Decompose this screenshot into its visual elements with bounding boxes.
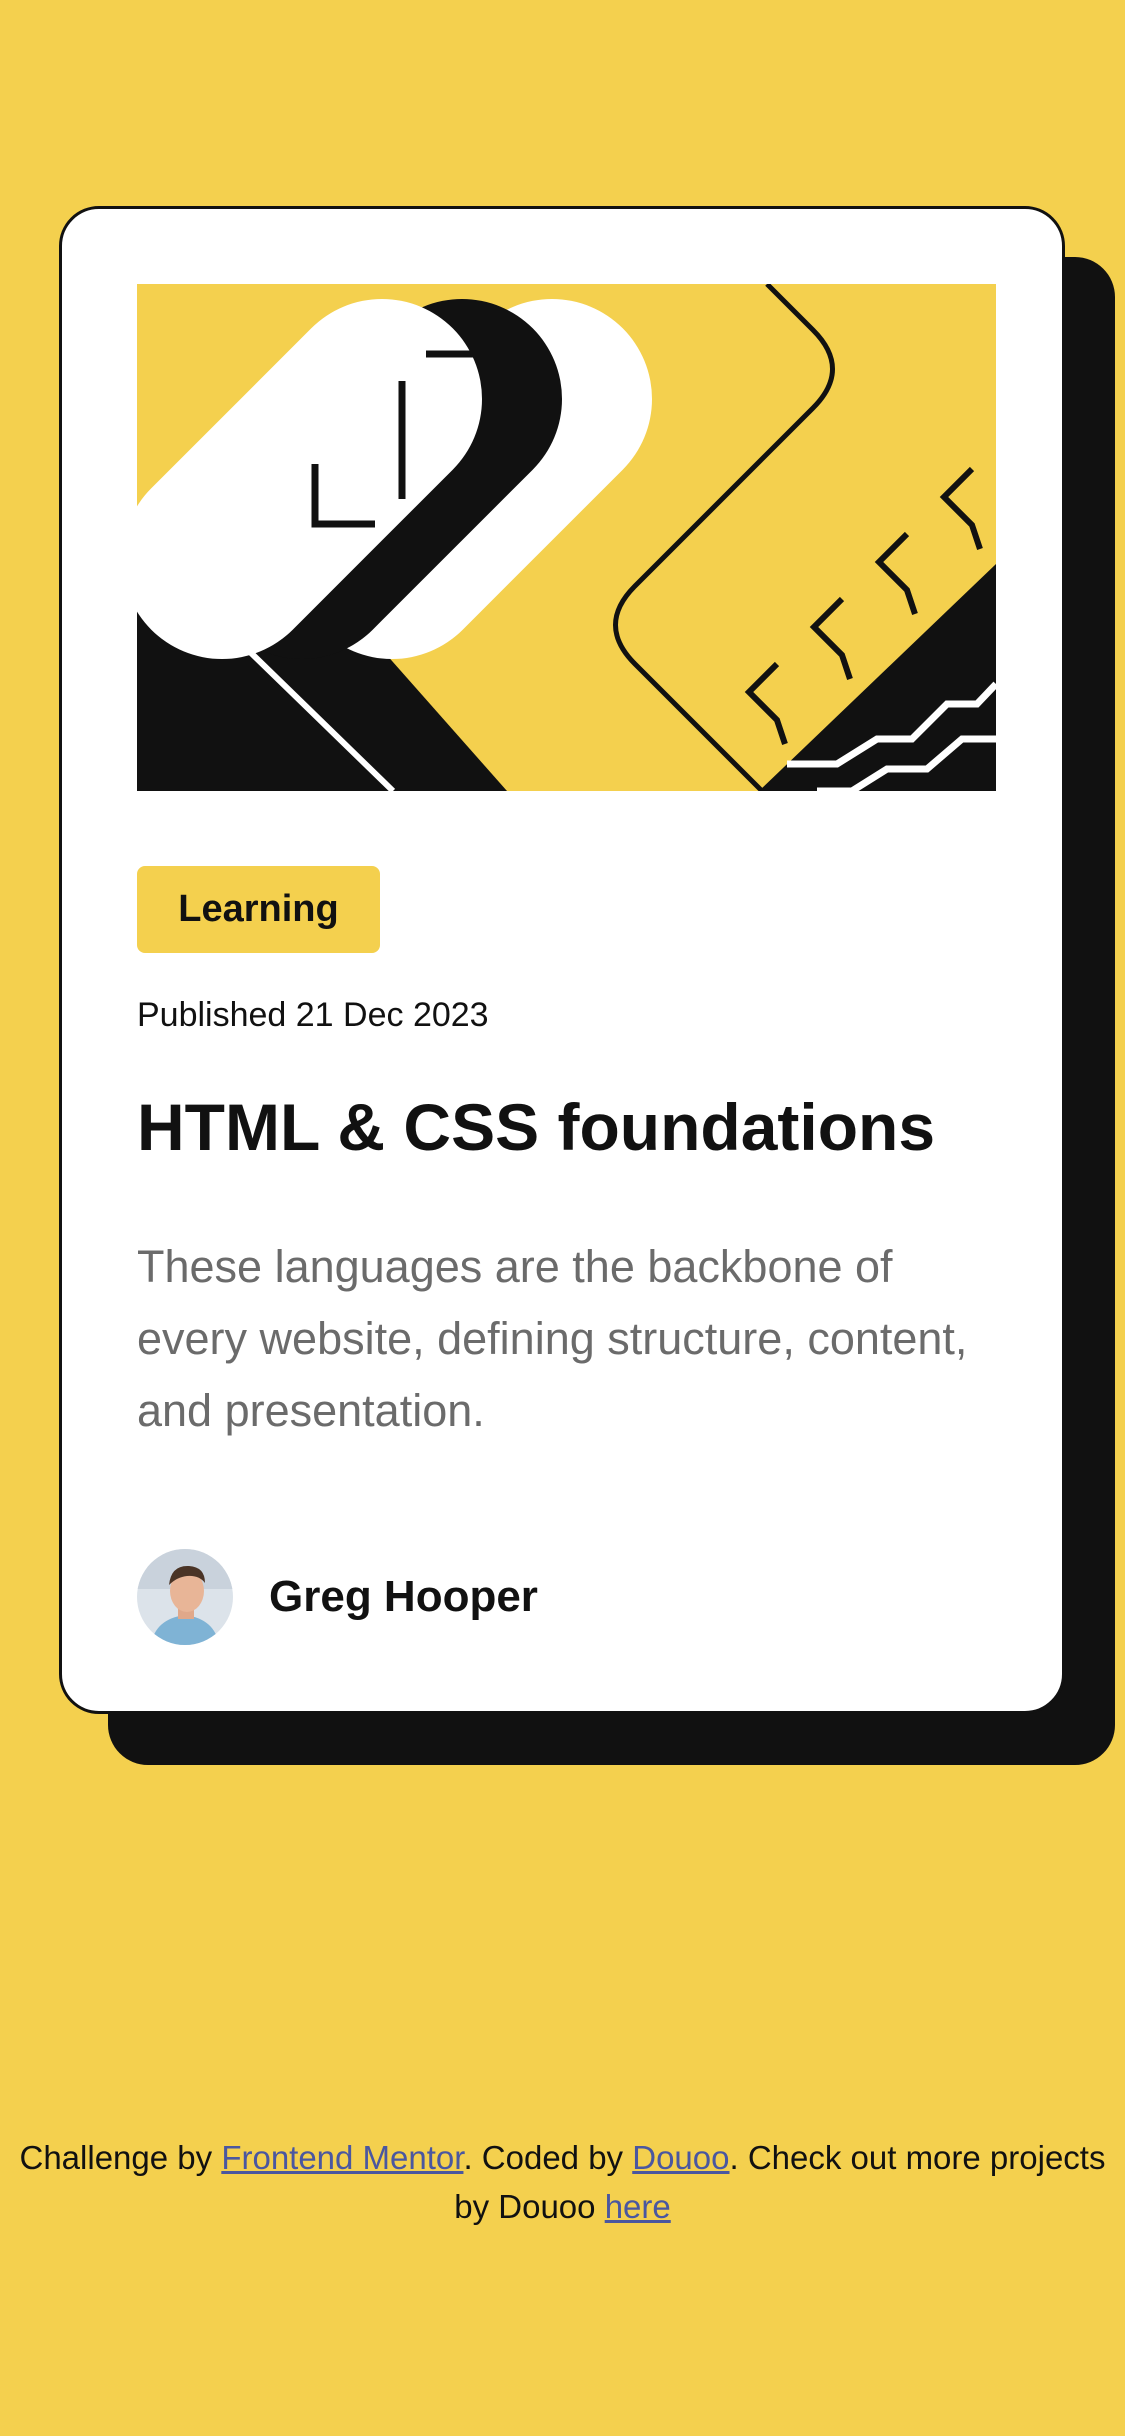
blog-preview-card: Learning Published 21 Dec 2023 HTML & CS… bbox=[59, 206, 1065, 1714]
card-title[interactable]: HTML & CSS foundations bbox=[137, 1091, 935, 1164]
author-avatar bbox=[137, 1549, 233, 1645]
attribution: Challenge by Frontend Mentor. Coded by D… bbox=[0, 2133, 1125, 2231]
author-link[interactable]: Douoo bbox=[632, 2139, 729, 2176]
author-name: Greg Hooper bbox=[269, 1572, 538, 1621]
published-date: Published 21 Dec 2023 bbox=[137, 996, 489, 1034]
author-block: Greg Hooper bbox=[137, 1549, 538, 1645]
category-tag: Learning bbox=[137, 866, 380, 953]
more-projects-link[interactable]: here bbox=[605, 2188, 671, 2225]
frontend-mentor-link[interactable]: Frontend Mentor bbox=[221, 2139, 463, 2176]
hero-illustration bbox=[137, 284, 996, 791]
attribution-text: Challenge by bbox=[19, 2139, 222, 2176]
attribution-text: . Coded by bbox=[463, 2139, 633, 2176]
card-description: These languages are the backbone of ever… bbox=[137, 1241, 968, 1436]
